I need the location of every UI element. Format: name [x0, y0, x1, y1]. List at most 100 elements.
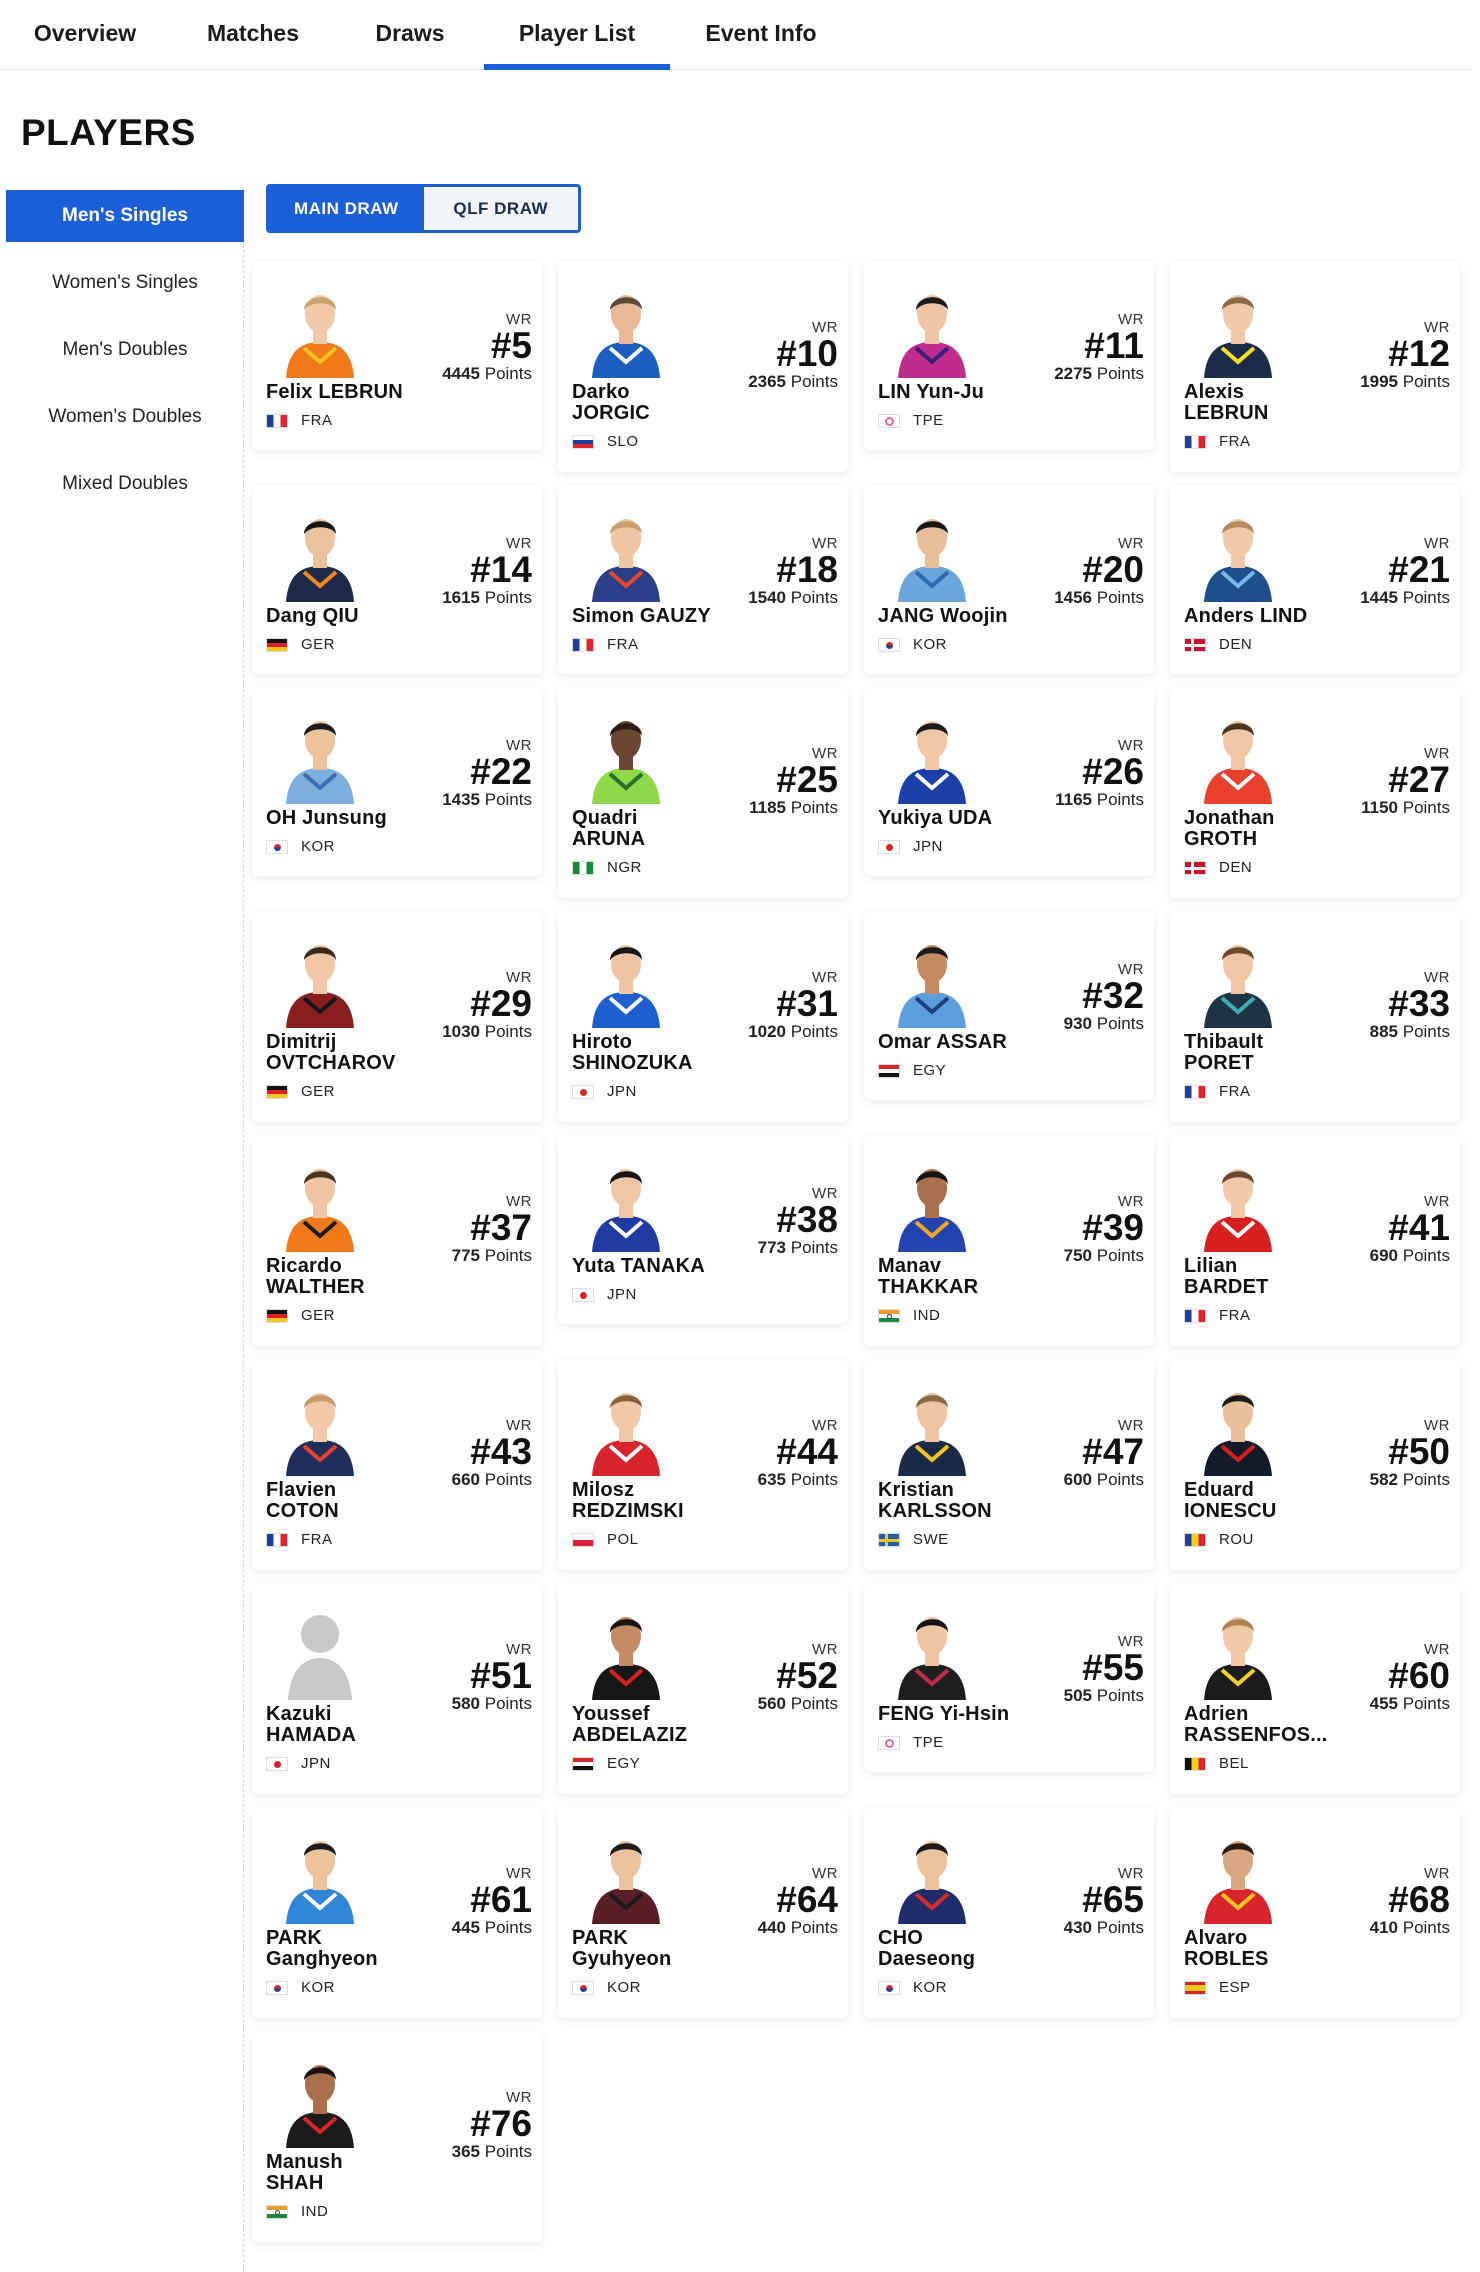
player-card[interactable]: LIN Yun-Ju TPE WR #11 2275 Points — [864, 262, 1154, 450]
player-last-name: THAKKAR — [878, 1276, 979, 1298]
player-name[interactable]: Yukiya UDA — [878, 808, 992, 829]
tab-overview[interactable]: Overview — [14, 0, 156, 66]
player-last-name: Yun-Ju — [916, 381, 985, 403]
ranking-points: 1615 Points — [442, 588, 532, 607]
player-name[interactable]: LIN Yun-Ju — [878, 382, 984, 403]
player-name[interactable]: Flavien COTON — [266, 1480, 339, 1522]
player-card[interactable]: Quadri ARUNA NGR WR #25 1185 Points — [558, 688, 848, 898]
player-name[interactable]: Manush SHAH — [266, 2152, 343, 2194]
player-card[interactable]: Youssef ABDELAZIZ EGY WR #52 560 Points — [558, 1584, 848, 1794]
player-card[interactable]: Yukiya UDA JPN WR #26 1165 Points — [864, 688, 1154, 876]
tab-player-list[interactable]: Player List — [484, 0, 670, 70]
player-name[interactable]: Felix LEBRUN — [266, 382, 403, 403]
player-name[interactable]: Adrien RASSENFOS... — [1184, 1704, 1328, 1746]
sidebar-item-mixed-doubles[interactable]: Mixed Doubles — [6, 458, 244, 510]
player-name[interactable]: Kazuki HAMADA — [266, 1704, 356, 1746]
player-name[interactable]: Yuta TANAKA — [572, 1256, 705, 1277]
player-card[interactable]: Kazuki HAMADA JPN WR #51 580 Points — [252, 1584, 542, 1794]
tab-draws[interactable]: Draws — [348, 0, 472, 66]
world-ranking: #37 — [470, 1207, 532, 1248]
player-name[interactable]: Jonathan GROTH — [1184, 808, 1275, 850]
player-name[interactable]: Manav THAKKAR — [878, 1256, 978, 1298]
player-name[interactable]: Kristian KARLSSON — [878, 1480, 992, 1522]
flag-fra-icon — [1184, 1308, 1206, 1323]
player-name[interactable]: Quadri ARUNA — [572, 808, 645, 850]
country-code: NGR — [607, 859, 642, 876]
player-card[interactable]: PARK Gyuhyeon KOR WR #64 440 Points — [558, 1808, 848, 2018]
player-card[interactable]: Ricardo WALTHER GER WR #37 775 Points — [252, 1136, 542, 1346]
tab-event-info[interactable]: Event Info — [686, 0, 836, 66]
player-name[interactable]: Alvaro ROBLES — [1184, 1928, 1269, 1970]
player-name[interactable]: Thibault PORET — [1184, 1032, 1263, 1074]
player-name[interactable]: CHO Daeseong — [878, 1928, 975, 1970]
player-card[interactable]: Darko JORGIC SLO WR #10 2365 Points — [558, 262, 848, 472]
player-name[interactable]: Milosz REDZIMSKI — [572, 1480, 684, 1522]
world-ranking: #43 — [470, 1431, 532, 1472]
player-grid: Felix LEBRUN FRA WR #5 4445 Points Darko J… — [252, 262, 1472, 2272]
player-name[interactable]: Anders LIND — [1184, 606, 1307, 627]
player-card[interactable]: Alexis LEBRUN FRA WR #12 1995 Points — [1170, 262, 1460, 472]
player-card[interactable]: Dang QIU GER WR #14 1615 Points — [252, 486, 542, 674]
player-card[interactable]: Dimitrij OVTCHAROV GER WR #29 1030 Points — [252, 912, 542, 1122]
player-card[interactable]: Yuta TANAKA JPN WR #38 773 Points — [558, 1136, 848, 1324]
player-card[interactable]: Hiroto SHINOZUKA JPN WR #31 1020 Points — [558, 912, 848, 1122]
player-name[interactable]: PARK Gyuhyeon — [572, 1928, 671, 1970]
player-last-name: UDA — [948, 807, 993, 829]
player-card[interactable]: Simon GAUZY FRA WR #18 1540 Points — [558, 486, 848, 674]
player-card[interactable]: Milosz REDZIMSKI POL WR #44 635 Points — [558, 1360, 848, 1570]
player-card[interactable]: Jonathan GROTH DEN WR #27 1150 Points — [1170, 688, 1460, 898]
player-name[interactable]: PARK Ganghyeon — [266, 1928, 378, 1970]
sidebar-item-mens-doubles[interactable]: Men's Doubles — [6, 324, 244, 376]
country-code: IND — [301, 2203, 329, 2220]
player-card[interactable]: CHO Daeseong KOR WR #65 430 Points — [864, 1808, 1154, 2018]
player-name[interactable]: Eduard IONESCU — [1184, 1480, 1277, 1522]
tab-matches[interactable]: Matches — [182, 0, 324, 66]
player-name[interactable]: Lilian BARDET — [1184, 1256, 1269, 1298]
player-card[interactable]: Kristian KARLSSON SWE WR #47 600 Points — [864, 1360, 1154, 1570]
player-card[interactable]: Omar ASSAR EGY WR #32 930 Points — [864, 912, 1154, 1100]
player-card[interactable]: Manav THAKKAR IND WR #39 750 Points — [864, 1136, 1154, 1346]
player-name[interactable]: Simon GAUZY — [572, 606, 711, 627]
country-code: GER — [301, 1307, 336, 1324]
player-card[interactable]: Thibault PORET FRA WR #33 885 Points — [1170, 912, 1460, 1122]
world-ranking: #31 — [776, 983, 838, 1024]
player-card[interactable]: PARK Ganghyeon KOR WR #61 445 Points — [252, 1808, 542, 2018]
player-name[interactable]: Darko JORGIC — [572, 382, 650, 424]
country-code: FRA — [1219, 1083, 1251, 1100]
flag-ngr-icon — [572, 860, 594, 875]
player-card[interactable]: JANG Woojin KOR WR #20 1456 Points — [864, 486, 1154, 674]
player-card[interactable]: Felix LEBRUN FRA WR #5 4445 Points — [252, 262, 542, 450]
player-name[interactable]: FENG Yi-Hsin — [878, 1704, 1009, 1725]
player-name[interactable]: Dimitrij OVTCHAROV — [266, 1032, 396, 1074]
flag-ger-icon — [266, 1308, 288, 1323]
player-last-name: GAUZY — [639, 605, 711, 627]
player-card[interactable]: FENG Yi-Hsin TPE WR #55 505 Points — [864, 1584, 1154, 1772]
sidebar-item-womens-singles[interactable]: Women's Singles — [6, 257, 244, 309]
player-card[interactable]: OH Junsung KOR WR #22 1435 Points — [252, 688, 542, 876]
country-code: TPE — [913, 412, 944, 429]
ranking-points: 2275 Points — [1054, 364, 1144, 383]
player-name[interactable]: Omar ASSAR — [878, 1032, 1007, 1053]
player-name[interactable]: OH Junsung — [266, 808, 387, 829]
sidebar-item-womens-doubles[interactable]: Women's Doubles — [6, 391, 244, 443]
player-name[interactable]: Alexis LEBRUN — [1184, 382, 1269, 424]
player-card[interactable]: Anders LIND DEN WR #21 1445 Points — [1170, 486, 1460, 674]
main-draw-button[interactable]: MAIN DRAW — [269, 187, 424, 230]
qualifying-draw-button[interactable]: QLF DRAW — [423, 187, 578, 230]
player-card[interactable]: Eduard IONESCU ROU WR #50 582 Points — [1170, 1360, 1460, 1570]
player-name[interactable]: Hiroto SHINOZUKA — [572, 1032, 693, 1074]
player-name[interactable]: Youssef ABDELAZIZ — [572, 1704, 687, 1746]
player-card[interactable]: Adrien RASSENFOS... BEL WR #60 455 Points — [1170, 1584, 1460, 1794]
sidebar-item-mens-singles[interactable]: Men's Singles — [6, 190, 244, 242]
ranking-box: WR #65 430 Points — [1064, 1866, 1144, 1938]
player-card[interactable]: Alvaro ROBLES ESP WR #68 410 Points — [1170, 1808, 1460, 2018]
player-last-name: COTON — [266, 1500, 339, 1522]
ranking-points: 775 Points — [451, 1246, 532, 1265]
player-card[interactable]: Flavien COTON FRA WR #43 660 Points — [252, 1360, 542, 1570]
player-card[interactable]: Lilian BARDET FRA WR #41 690 Points — [1170, 1136, 1460, 1346]
player-card[interactable]: Manush SHAH IND WR #76 365 Points — [252, 2032, 542, 2242]
player-name[interactable]: JANG Woojin — [878, 606, 1008, 627]
player-name[interactable]: Ricardo WALTHER — [266, 1256, 365, 1298]
player-name[interactable]: Dang QIU — [266, 606, 359, 627]
ranking-points: 4445 Points — [442, 364, 532, 383]
